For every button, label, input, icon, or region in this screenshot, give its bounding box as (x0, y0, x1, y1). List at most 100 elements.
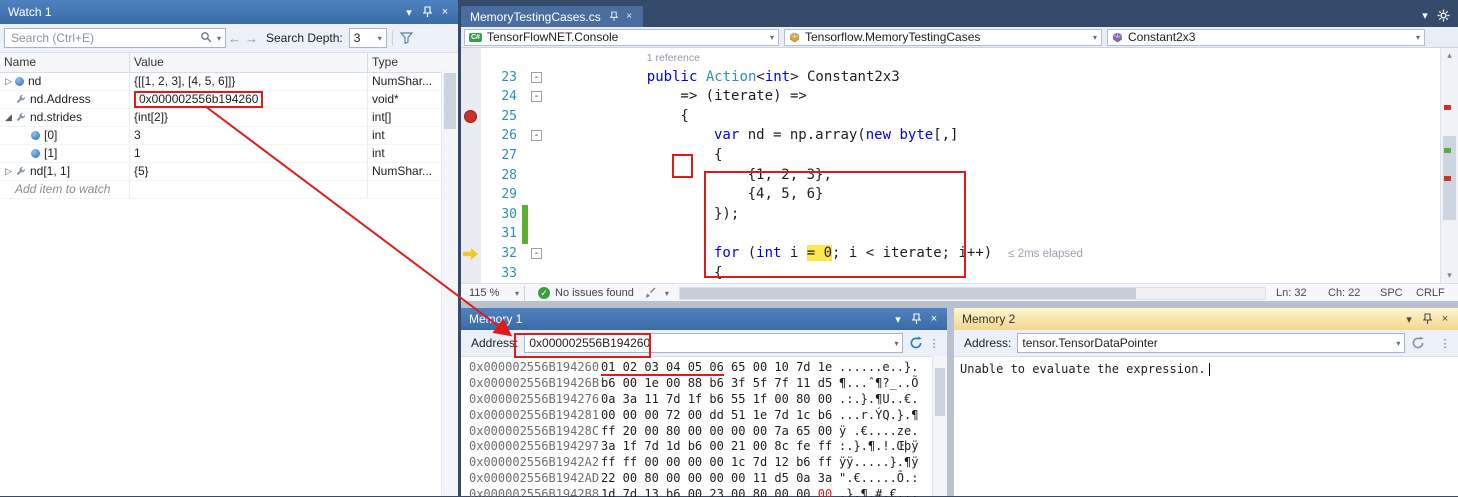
member-dropdown[interactable]: Constant2x3 ▾ (1107, 29, 1425, 46)
fold-toggle-icon[interactable]: - (531, 248, 542, 259)
window-position-chevron-icon[interactable]: ▾ (1400, 310, 1418, 328)
breakpoint-margin[interactable] (461, 224, 481, 244)
scrollbar-thumb[interactable] (444, 73, 456, 129)
breakpoint-margin[interactable] (461, 205, 481, 225)
breakpoint-margin[interactable] (461, 107, 481, 127)
column-header-name[interactable]: Name (0, 53, 130, 72)
code-text[interactable]: }); (546, 205, 1458, 225)
memory-row[interactable]: 0x000002556B19426Bb6 00 1e 00 88 b6 3f 5… (469, 376, 947, 392)
address-input[interactable]: tensor.TensorDataPointer ▾ (1017, 333, 1405, 353)
expander-icon[interactable]: ◢ (2, 109, 15, 126)
memory-row[interactable]: 0x000002556B19426001 02 03 04 05 06 65 0… (469, 360, 947, 376)
close-icon[interactable]: × (436, 3, 454, 21)
code-text[interactable]: {1, 2, 3}, (546, 166, 1458, 186)
scroll-up-icon[interactable]: ▴ (1441, 50, 1458, 61)
watch-row[interactable]: ◢nd.strides{int[2]}int[] (0, 109, 442, 127)
column-indicator[interactable]: Ch: 22 (1328, 287, 1380, 299)
watch-row[interactable]: [0]3int (0, 127, 442, 145)
tab-memorytestingcases[interactable]: MemoryTestingCases.cs × (461, 6, 643, 27)
type-dropdown[interactable]: Tensorflow.MemoryTestingCases ▾ (784, 29, 1102, 46)
memory-row[interactable]: 0x000002556B19428100 00 00 72 00 dd 51 1… (469, 408, 947, 424)
fold-toggle-icon[interactable]: - (531, 91, 542, 102)
code-text[interactable]: { (546, 107, 1458, 127)
pin-icon[interactable] (418, 3, 436, 21)
close-icon[interactable]: × (1436, 310, 1454, 328)
watch-row[interactable]: ▷nd[1, 1]{5}NumShar... (0, 163, 442, 181)
breakpoint-margin[interactable] (461, 68, 481, 88)
refresh-icon[interactable] (1409, 334, 1427, 352)
tab-pin-icon[interactable] (607, 8, 622, 26)
breakpoint-margin[interactable] (461, 166, 481, 186)
memory-row[interactable]: 0x000002556B1942AD22 00 80 00 00 00 00 1… (469, 471, 947, 487)
code-text[interactable]: public Action<int> Constant2x3 (546, 68, 1458, 88)
window-position-chevron-icon[interactable]: ▾ (400, 3, 418, 21)
breakpoint-margin[interactable] (461, 244, 481, 264)
health-indicator[interactable]: ✓ No issues found (538, 287, 634, 299)
editor-scrollbar[interactable]: ▴ ▾ (1440, 48, 1458, 283)
code-text[interactable] (546, 224, 1458, 244)
column-header-type[interactable]: Type (368, 53, 458, 72)
code-text[interactable]: { (546, 264, 1458, 283)
breakpoint-margin[interactable] (461, 146, 481, 166)
expander-icon[interactable]: ▷ (2, 163, 15, 180)
memory-hex-dump[interactable]: 0x000002556B19426001 02 03 04 05 06 65 0… (461, 357, 947, 497)
search-forward-icon[interactable]: → (243, 31, 260, 46)
window-position-chevron-icon[interactable]: ▾ (889, 310, 907, 328)
gear-icon[interactable] (1434, 7, 1452, 25)
project-dropdown[interactable]: C# TensorFlowNET.Console ▾ (464, 29, 779, 46)
horizontal-scrollbar[interactable] (679, 287, 1266, 300)
watch-row[interactable]: Add item to watch (0, 181, 442, 199)
breakpoint-margin[interactable] (461, 126, 481, 146)
code-editor[interactable]: 1 reference23-public Action<int> Constan… (461, 48, 1458, 283)
breakpoint-margin[interactable] (461, 185, 481, 205)
line-indicator[interactable]: Ln: 32 (1276, 287, 1328, 299)
horizontal-splitter[interactable] (461, 301, 1458, 308)
document-list-chevron-icon[interactable]: ▾ (1416, 7, 1434, 25)
search-options-chevron-icon[interactable]: ▾ (212, 34, 221, 43)
eol-indicator[interactable]: CRLF (1416, 287, 1450, 299)
chevron-down-icon[interactable]: ▾ (660, 289, 669, 298)
codelens-references[interactable]: 1 reference (647, 52, 700, 64)
memory-row[interactable]: 0x000002556B1942973a 1f 7d 1d b6 00 21 0… (469, 439, 947, 455)
fold-toggle-icon[interactable]: - (531, 130, 542, 141)
code-text[interactable]: var nd = np.array(new byte[,] (546, 126, 1458, 146)
watch-search-box[interactable]: ▾ (4, 28, 226, 48)
code-text[interactable]: for (int i = 0; i < iterate; i++)≤ 2ms e… (546, 244, 1458, 264)
vertical-splitter[interactable] (947, 308, 954, 496)
toolbar-overflow-icon[interactable]: ⋮ (1436, 334, 1454, 352)
breakpoint-margin[interactable] (461, 87, 481, 107)
watch-row[interactable]: ▷nd{[[1, 2, 3], [4, 5, 6]]}NumShar... (0, 73, 442, 91)
close-icon[interactable]: × (925, 310, 943, 328)
scrollbar-thumb[interactable] (680, 288, 1136, 299)
code-text[interactable]: => (iterate) => (546, 87, 1458, 107)
watch-titlebar[interactable]: Watch 1 ▾ × (0, 0, 458, 24)
memory2-titlebar[interactable]: Memory 2 ▾ × (954, 308, 1458, 330)
scrollbar-thumb[interactable] (935, 368, 945, 416)
change-mark[interactable] (1444, 148, 1451, 153)
code-cleanup-icon[interactable] (642, 284, 660, 302)
memory-row[interactable]: 0x000002556B1942A2ff ff 00 00 00 00 1c 7… (469, 455, 947, 471)
code-text[interactable]: {4, 5, 6} (546, 185, 1458, 205)
breakpoint-mark[interactable] (1444, 105, 1451, 110)
search-back-icon[interactable]: ← (226, 31, 243, 46)
fold-toggle-icon[interactable]: - (531, 72, 542, 83)
breakpoint-margin[interactable] (461, 264, 481, 283)
watch-row[interactable]: [1]1int (0, 145, 442, 163)
memory-scrollbar[interactable] (932, 356, 947, 496)
toolbar-overflow-icon[interactable]: ⋮ (925, 334, 943, 352)
watch-row[interactable]: nd.Address0x000002556b194260void* (0, 91, 442, 109)
expander-icon[interactable]: ▷ (2, 73, 15, 90)
memory1-titlebar[interactable]: Memory 1 ▾ × (461, 308, 947, 330)
space-indicator[interactable]: SPC (1380, 287, 1416, 299)
memory-row[interactable]: 0x000002556B19428Cff 20 00 80 00 00 00 0… (469, 424, 947, 440)
pin-icon[interactable] (1418, 310, 1436, 328)
search-depth-select[interactable]: 3 ▾ (349, 28, 387, 48)
tab-close-icon[interactable]: × (622, 8, 637, 26)
search-input[interactable] (9, 30, 200, 46)
breakpoint-mark[interactable] (1444, 176, 1451, 181)
filter-icon[interactable] (398, 29, 416, 47)
search-icon[interactable] (200, 31, 212, 46)
memory-message[interactable]: Unable to evaluate the expression. (954, 357, 1458, 381)
scroll-down-icon[interactable]: ▾ (1441, 270, 1458, 281)
watch-scrollbar[interactable] (441, 71, 458, 496)
